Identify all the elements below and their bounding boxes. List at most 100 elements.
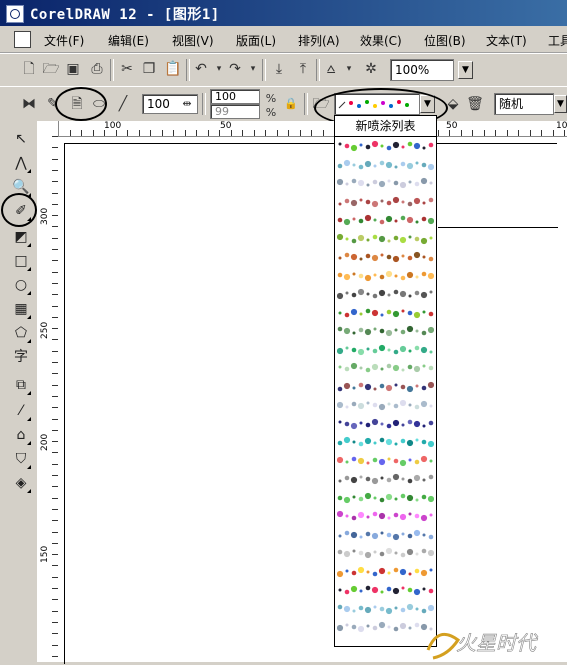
spray-list-item[interactable] <box>337 251 434 263</box>
spray-list-item[interactable] <box>337 362 434 374</box>
spray-list-item[interactable] <box>337 547 434 559</box>
menu-edit[interactable]: 编辑(E) <box>108 32 149 49</box>
toolbox: ↖ ⋀ 🔍 ✐ ◩ □ ○ ▦ ⬠ 字 ⧉ ⁄ ⌂ ⛉ ◈ <box>0 121 38 662</box>
spray-list-item[interactable] <box>337 603 434 615</box>
spray-list-item[interactable] <box>337 325 434 337</box>
spray-list-item[interactable] <box>337 270 434 282</box>
basic-shapes-tool-icon[interactable]: ⬠ <box>11 323 31 343</box>
spray-list-item[interactable] <box>337 159 434 171</box>
redo-dropdown-icon[interactable]: ▾ <box>244 60 262 78</box>
ruler-tick <box>461 130 462 136</box>
undo-icon[interactable]: ↶ <box>192 60 210 78</box>
paste-icon[interactable]: 📋 <box>164 60 182 78</box>
outline-tool-icon[interactable]: ⌂ <box>11 425 31 445</box>
preset-icon[interactable]: ⧓ <box>20 95 38 113</box>
menu-bitmaps[interactable]: 位图(B) <box>424 32 466 49</box>
spray-list-item[interactable] <box>337 584 434 596</box>
spray-list-item[interactable] <box>337 455 434 467</box>
drawing-canvas[interactable] <box>58 137 567 664</box>
print-icon[interactable]: ⎙ <box>88 60 106 78</box>
delete-icon[interactable]: 🗑 <box>466 95 484 113</box>
interactive-blend-tool-icon[interactable]: ⧉ <box>11 375 31 395</box>
app-launcher-dropdown-icon[interactable]: ▾ <box>340 60 358 78</box>
percent-icon[interactable]: % <box>262 104 280 122</box>
spray-list-item[interactable] <box>337 177 434 189</box>
pressure-icon[interactable]: ╱ <box>114 95 132 113</box>
ruler-label: 300 <box>40 207 50 225</box>
menu-tools[interactable]: 工具 <box>548 32 567 49</box>
ruler-label: 150 <box>40 545 50 563</box>
new-icon[interactable]: 🗋 <box>20 60 38 78</box>
spray-list-item[interactable] <box>337 307 434 319</box>
spray-list-item[interactable] <box>337 214 434 226</box>
standard-toolbar: 🗋 🗁 ▣ ⎙ ✂ ❐ 📋 ↶ ▾ ↷ ▾ ⤓ ⤒ ⩟ ▾ ✲ 100% ▼ <box>0 53 567 87</box>
spray-list-item[interactable] <box>337 529 434 541</box>
graph-paper-tool-icon[interactable]: ▦ <box>11 299 31 319</box>
app-icon[interactable] <box>6 5 24 23</box>
spray-order-dropdown-button[interactable]: ▼ <box>554 95 567 113</box>
menu-text[interactable]: 文本(T) <box>486 32 527 49</box>
open-icon[interactable]: 🗁 <box>42 60 60 78</box>
new-spray-list-item[interactable]: 新喷涂列表 <box>335 116 436 137</box>
spray-list-item[interactable] <box>337 492 434 504</box>
ruler-tick <box>472 130 473 136</box>
lock-icon[interactable]: 🔒 <box>282 95 300 113</box>
spray-list-item[interactable] <box>337 233 434 245</box>
horizontal-ruler[interactable]: 100 50 0 50 10 <box>58 121 567 137</box>
spray-amount-field[interactable]: 100 <box>210 89 260 104</box>
spray-thumbnail <box>337 270 434 281</box>
zoom-dropdown-button[interactable]: ▼ <box>458 61 473 79</box>
ruler-label: 100 <box>104 121 122 131</box>
ruler-label: 250 <box>40 321 50 339</box>
cut-icon[interactable]: ✂ <box>118 60 136 78</box>
document-menu-icon[interactable] <box>14 31 31 48</box>
eyedropper-tool-icon[interactable]: ⁄ <box>11 401 31 421</box>
ellipse-tool-icon[interactable]: ○ <box>11 275 31 295</box>
spray-list-item[interactable] <box>337 288 434 300</box>
shape-tool-icon[interactable]: ⋀ <box>11 153 31 173</box>
ruler-tick <box>495 130 496 136</box>
zoom-level-field[interactable]: 100% <box>390 59 454 81</box>
export-icon[interactable]: ⤒ <box>294 60 312 78</box>
spray-list-item[interactable] <box>337 381 434 393</box>
corel-online-icon[interactable]: ✲ <box>362 60 380 78</box>
smart-fill-tool-icon[interactable]: ◩ <box>11 227 31 247</box>
ruler-tick <box>541 130 542 136</box>
copy-icon[interactable]: ❐ <box>140 60 158 78</box>
pick-tool-icon[interactable]: ↖ <box>11 129 31 149</box>
menu-layout[interactable]: 版面(L) <box>236 32 276 49</box>
spray-list-item[interactable] <box>337 140 434 152</box>
save-icon[interactable]: ▣ <box>64 60 82 78</box>
import-icon[interactable]: ⤓ <box>270 60 288 78</box>
spray-list-item[interactable] <box>337 436 434 448</box>
ruler-tick <box>277 130 278 136</box>
spray-list-popup[interactable]: 新喷涂列表 <box>334 115 437 647</box>
vertical-ruler[interactable]: 300 250 200 150 <box>37 121 59 662</box>
ruler-tick <box>242 130 243 136</box>
menu-file[interactable]: 文件(F) <box>44 32 84 49</box>
menu-effects[interactable]: 效果(C) <box>360 32 402 49</box>
spray-list-item[interactable] <box>337 344 434 356</box>
spray-list-item[interactable] <box>337 566 434 578</box>
redo-icon[interactable]: ↷ <box>226 60 244 78</box>
highlight-circle <box>55 87 107 121</box>
spray-spacing-field[interactable]: 99 <box>210 104 260 119</box>
spray-list-item[interactable] <box>337 418 434 430</box>
menu-view[interactable]: 视图(V) <box>172 32 214 49</box>
text-tool-icon[interactable]: 字 <box>11 347 31 367</box>
spray-thumbnail <box>338 251 434 263</box>
spray-list-item[interactable] <box>337 473 434 485</box>
spray-order-field[interactable]: 随机 <box>494 93 554 115</box>
spray-thumbnail <box>338 196 434 207</box>
ruler-tick <box>208 130 209 136</box>
spray-list-item[interactable] <box>337 196 434 208</box>
fill-tool-icon[interactable]: ⛉ <box>11 449 31 469</box>
spray-list-item[interactable] <box>337 399 434 411</box>
size-stepper-icon[interactable]: ⇹ <box>178 95 196 113</box>
app-launcher-icon[interactable]: ⩟ <box>322 60 340 78</box>
interactive-fill-tool-icon[interactable]: ◈ <box>11 473 31 493</box>
rectangle-tool-icon[interactable]: □ <box>11 251 31 271</box>
ruler-label: 50 <box>220 121 232 131</box>
spray-list-item[interactable] <box>337 510 434 522</box>
menu-arrange[interactable]: 排列(A) <box>298 32 340 49</box>
